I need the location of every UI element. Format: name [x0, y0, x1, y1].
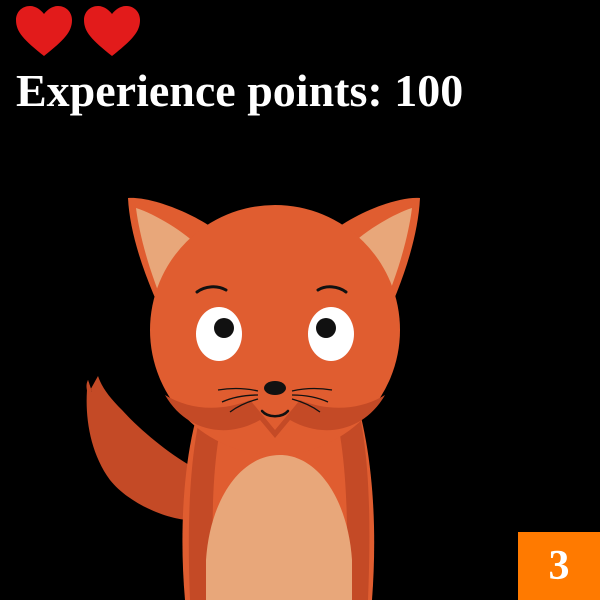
game-screen: Experience points: 100 3 — [0, 0, 600, 600]
fox-character — [86, 197, 420, 600]
level-number: 3 — [548, 543, 570, 589]
fox-nose — [264, 381, 286, 395]
level-badge: 3 — [518, 532, 600, 600]
